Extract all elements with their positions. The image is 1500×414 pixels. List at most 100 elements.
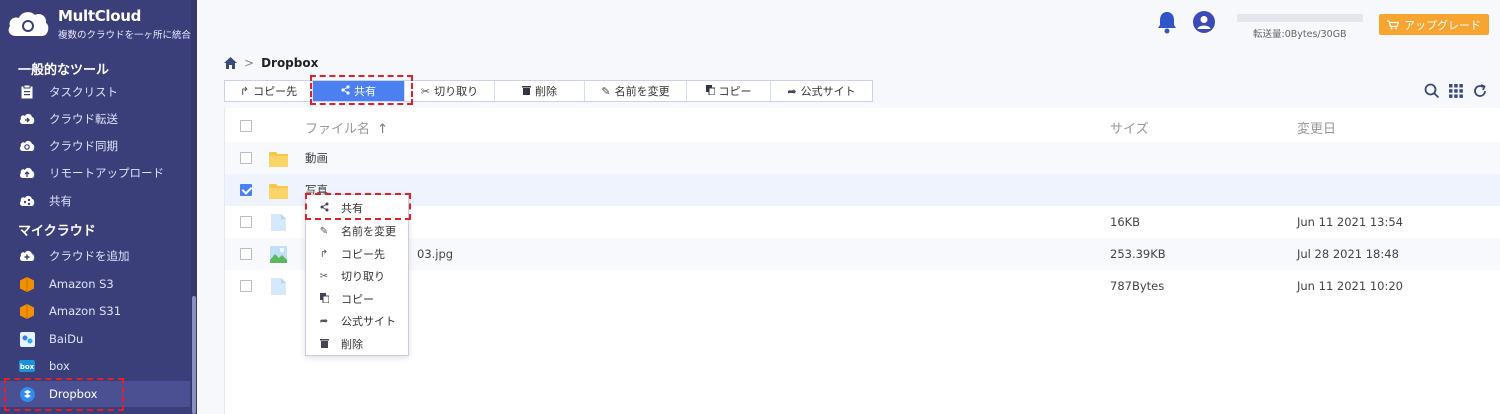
sidebar-item-remote-upload[interactable]: リモートアップロード: [0, 160, 190, 186]
share-label: 共有: [354, 85, 376, 98]
amazon-s3-icon: [19, 276, 35, 292]
app-tagline: 複数のクラウドを一ヶ所に統合: [58, 30, 192, 41]
copy-to-label: コピー先: [253, 85, 298, 98]
context-menu-copy[interactable]: コピー: [306, 288, 408, 310]
sidebar-item-dropbox[interactable]: Dropbox: [0, 381, 190, 407]
column-header-date[interactable]: 変更日: [1297, 118, 1336, 137]
sidebar-item-label: box: [49, 359, 70, 373]
table-row[interactable]: 写真: [225, 174, 1500, 206]
context-menu-cut[interactable]: ✂ 切り取り: [306, 265, 408, 287]
column-header-name[interactable]: ファイル名 ↑: [305, 118, 388, 137]
table-row[interactable]: 16KB Jun 11 2021 13:54: [225, 206, 1500, 238]
file-icon: [271, 277, 286, 295]
row-checkbox[interactable]: [240, 280, 252, 292]
upgrade-button[interactable]: アップグレード: [1379, 14, 1489, 35]
section-tools-heading: 一般的なツール: [18, 63, 110, 78]
table-row[interactable]: 787Bytes Jun 11 2021 10:20: [225, 270, 1500, 302]
transfer-progress-bar: [1237, 14, 1363, 22]
sidebar-item-amazon-s3[interactable]: Amazon S3: [0, 271, 190, 297]
file-size: 253.39KB: [1110, 247, 1166, 261]
delete-button[interactable]: 削除: [495, 81, 585, 101]
refresh-icon[interactable]: [1471, 82, 1489, 100]
sidebar-item-label: 共有: [49, 194, 72, 208]
breadcrumb-current[interactable]: Dropbox: [261, 56, 318, 70]
context-menu-share[interactable]: 共有: [306, 197, 408, 219]
context-menu-copy-to[interactable]: ↱ コピー先: [306, 243, 408, 265]
sidebar-item-label: Amazon S31: [49, 304, 122, 318]
table-row[interactable]: 動画: [225, 142, 1500, 174]
svg-text:box: box: [20, 363, 35, 371]
copy-label: コピー: [718, 85, 752, 98]
copy-to-button[interactable]: ↱ コピー先: [225, 81, 313, 101]
copy-button[interactable]: コピー: [687, 81, 771, 101]
sidebar-item-label: クラウド転送: [49, 112, 118, 126]
context-menu-label: 共有: [341, 202, 363, 215]
home-icon[interactable]: [224, 57, 237, 69]
row-checkbox[interactable]: [240, 152, 252, 164]
row-checkbox[interactable]: [240, 184, 252, 196]
official-site-label: 公式サイト: [800, 85, 856, 98]
app-name: MultCloud: [58, 7, 142, 25]
sidebar-item-share[interactable]: 共有: [0, 188, 190, 214]
sidebar-item-amazon-s31[interactable]: Amazon S31: [0, 298, 190, 324]
copy-to-icon: ↱: [319, 248, 329, 260]
row-checkbox[interactable]: [240, 216, 252, 228]
context-menu-rename[interactable]: ✎ 名前を変更: [306, 220, 408, 242]
context-menu-label: 名前を変更: [341, 225, 396, 238]
image-file-icon: [270, 245, 287, 263]
file-toolbar: ↱ コピー先 共有 ✂ 切り取り 削除 ✎ 名前を変更 コピー ➦ 公式サイト: [224, 80, 873, 102]
folder-icon: [269, 151, 288, 167]
file-date: Jun 11 2021 10:20: [1297, 279, 1403, 293]
file-name[interactable]: 動画: [305, 150, 328, 166]
chevron-right-icon: >: [244, 56, 255, 70]
sidebar-item-label: クラウド同期: [49, 139, 118, 153]
context-menu: 共有 ✎ 名前を変更 ↱ コピー先 ✂ 切り取り コピー ➦ 公式サイト 削除: [305, 194, 409, 356]
row-checkbox[interactable]: [240, 248, 252, 260]
sidebar-item-cloud-transfer[interactable]: クラウド転送: [0, 106, 190, 132]
rename-button[interactable]: ✎ 名前を変更: [585, 81, 687, 101]
cut-label: 切り取り: [434, 85, 479, 98]
bell-icon[interactable]: [1156, 10, 1178, 34]
context-menu-label: 切り取り: [341, 270, 385, 283]
table-row[interactable]: 03.jpg 253.39KB Jul 28 2021 18:48: [225, 238, 1500, 270]
app-logo[interactable]: MultCloud 複数のクラウドを一ヶ所に統合: [6, 4, 194, 44]
sidebar-item-label: BaiDu: [49, 332, 84, 346]
sidebar-item-baidu[interactable]: BaiDu: [0, 326, 190, 352]
folder-icon: [269, 183, 288, 199]
share-button[interactable]: 共有: [313, 81, 405, 101]
table-header: ファイル名 ↑ サイズ 変更日: [225, 108, 1500, 142]
cloud-sync-icon: [19, 138, 35, 154]
file-size: 787Bytes: [1110, 279, 1165, 293]
trash-icon: [317, 338, 331, 351]
sidebar-item-task-list[interactable]: タスクリスト: [0, 79, 190, 105]
sidebar-item-add-cloud[interactable]: クラウドを追加: [0, 243, 190, 269]
rename-label: 名前を変更: [614, 85, 670, 98]
column-header-size[interactable]: サイズ: [1110, 118, 1149, 137]
official-site-button[interactable]: ➦ 公式サイト: [771, 81, 872, 101]
sidebar-item-label: Dropbox: [49, 387, 98, 401]
baidu-icon: [19, 331, 35, 347]
grid-view-icon[interactable]: [1447, 82, 1465, 100]
user-icon: [1197, 16, 1211, 29]
share-icon: [317, 202, 331, 215]
remote-upload-icon: [19, 165, 35, 181]
sidebar-item-box[interactable]: box box: [0, 353, 190, 379]
sidebar-item-cloud-sync[interactable]: クラウド同期: [0, 133, 190, 159]
search-icon[interactable]: [1423, 82, 1441, 100]
sidebar: MultCloud 複数のクラウドを一ヶ所に統合 一般的なツール タスクリスト …: [0, 0, 197, 414]
scissors-icon: ✂: [420, 84, 431, 98]
amazon-s3-icon: [19, 303, 35, 319]
sidebar-scroll-thumb[interactable]: [192, 296, 196, 414]
file-name[interactable]: 03.jpg: [417, 247, 453, 261]
copy-icon: [317, 292, 331, 306]
section-clouds-heading: マイクラウド: [18, 224, 96, 239]
context-menu-delete[interactable]: 削除: [306, 333, 408, 355]
file-table: ファイル名 ↑ サイズ 変更日 動画 写真 16KB Jun 11 2021 1…: [224, 108, 1500, 414]
cloud-transfer-icon: [19, 111, 35, 127]
dropbox-icon: [19, 386, 35, 402]
select-all-checkbox[interactable]: [240, 120, 252, 132]
cut-button[interactable]: ✂ 切り取り: [405, 81, 495, 101]
avatar[interactable]: [1193, 11, 1215, 33]
clipboard-icon: [19, 84, 35, 100]
context-menu-official-site[interactable]: ➦ 公式サイト: [306, 310, 408, 332]
